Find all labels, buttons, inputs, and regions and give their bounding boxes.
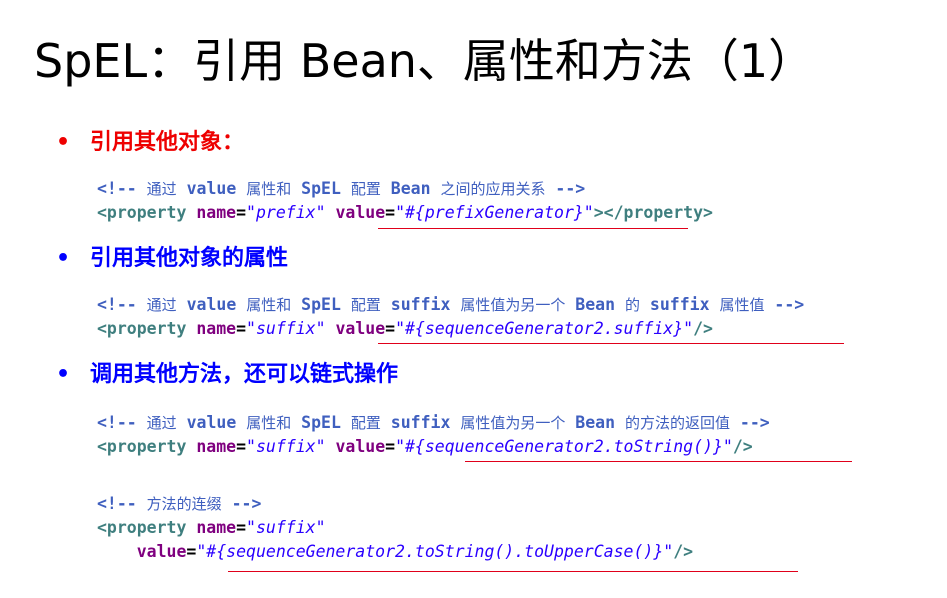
xml-value: "#{prefixGenerator}" [395,203,594,222]
xml-tag: /> [732,437,753,456]
comment-text: 配置 [350,180,381,198]
xml-equals: = [236,518,247,537]
xml-tag: /> [693,319,713,338]
code-comment-line: <!-- 通过 value 属性和 SpEL 配置 suffix 属性值为另一个… [97,411,770,435]
comment-open: <!-- [97,413,147,432]
comment-text: 属性和 [246,414,292,432]
comment-keyword: SpEL [291,413,351,432]
code-comment-line: <!-- 方法的连缀 --> [97,492,261,516]
comment-keyword: suffix [640,295,720,314]
xml-value: "prefix" [246,203,326,222]
xml-tag: <property [97,437,187,456]
comment-keyword: SpEL [291,295,351,314]
xml-equals: = [385,319,396,338]
comment-open: <!-- [97,494,147,513]
comment-keyword: value [176,179,247,198]
bullet-item-reference-property: • 引用其他对象的属性 [56,244,288,274]
xml-tag: /> [673,542,694,561]
bullet-dot: • [56,130,71,155]
comment-text: 属性值为另一个 [460,414,566,432]
bullet-item-call-method: • 调用其他方法，还可以链式操作 [56,360,398,390]
comment-text: 通过 [146,180,177,198]
xml-equals: = [236,437,247,456]
comment-close: --> [545,179,586,198]
xml-attribute: value [335,203,386,222]
xml-value: "suffix" [246,518,326,537]
code-property-line: <property name="prefix" value="#{prefixG… [97,201,713,225]
xml-attribute: value [335,319,386,338]
comment-keyword: suffix [380,295,461,314]
xml-equals: = [385,203,396,222]
highlight-underline [378,228,688,229]
bullet-dot: • [56,246,71,271]
xml-equals: = [385,437,396,456]
comment-close: --> [764,295,805,314]
comment-text: 通过 [146,414,177,432]
xml-value: "suffix" [246,437,326,456]
xml-tag: ></property> [593,203,713,222]
code-property-line: <property name="suffix" value="#{sequenc… [97,317,713,341]
comment-keyword: Bean [565,295,625,314]
xml-tag: <property [97,319,187,338]
xml-equals: = [236,319,247,338]
highlight-underline [378,343,844,344]
xml-value: "#{sequenceGenerator2.toString().toUpper… [196,542,674,561]
xml-value: "suffix" [246,319,326,338]
comment-text: 的方法的返回值 [624,414,730,432]
bullet-heading: 调用其他方法，还可以链式操作 [90,362,399,387]
comment-text: 配置 [350,296,381,314]
comment-text: 属性值为另一个 [460,296,566,314]
code-comment-line: <!-- 通过 value 属性和 SpEL 配置 Bean 之间的应用关系 -… [97,177,585,201]
comment-text: 方法的连缀 [146,495,222,513]
comment-text: 之间的应用关系 [440,180,546,198]
bullet-heading: 引用其他对象： [90,130,245,155]
highlight-underline [228,571,798,572]
xml-attribute: name [196,437,237,456]
xml-value: "#{sequenceGenerator2.suffix}" [395,319,694,338]
comment-text: 属性和 [246,296,292,314]
xml-attribute: value [335,437,386,456]
comment-close: --> [730,413,770,432]
comment-text: 属性值 [719,296,765,314]
comment-keyword: Bean [565,413,625,432]
bullet-dot: • [56,362,71,387]
comment-keyword: value [176,413,247,432]
comment-keyword: SpEL [291,179,351,198]
slide-title: SpEL：引用 Bean、属性和方法（1） [34,34,815,88]
xml-attribute: value [136,542,187,561]
highlight-underline [465,461,852,462]
comment-keyword: suffix [380,413,461,432]
xml-value: "#{sequenceGenerator2.toString()}" [395,437,733,456]
xml-attribute: name [196,203,237,222]
xml-tag: <property [97,203,187,222]
comment-open: <!-- [97,179,147,198]
code-property-line-continued: value="#{sequenceGenerator2.toString().t… [97,540,693,564]
comment-keyword: Bean [380,179,441,198]
bullet-heading: 引用其他对象的属性 [90,246,289,271]
comment-keyword: value [176,295,247,314]
bullet-item-reference-object: • 引用其他对象： [56,128,244,158]
comment-open: <!-- [97,295,147,314]
xml-equals: = [236,203,247,222]
code-comment-line: <!-- 通过 value 属性和 SpEL 配置 suffix 属性值为另一个… [97,293,804,317]
xml-equals: = [186,542,197,561]
code-property-line: <property name="suffix" [97,516,326,540]
xml-attribute: name [196,518,237,537]
comment-text: 属性和 [246,180,292,198]
comment-text: 通过 [146,296,177,314]
comment-text: 配置 [350,414,381,432]
xml-tag: <property [97,518,187,537]
comment-close: --> [221,494,262,513]
xml-attribute: name [196,319,237,338]
comment-text: 的 [624,296,640,314]
code-property-line: <property name="suffix" value="#{sequenc… [97,435,753,459]
